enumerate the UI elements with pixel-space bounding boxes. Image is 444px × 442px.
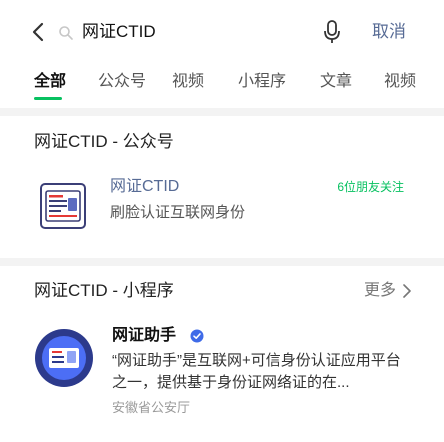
cancel-button[interactable]: 取消 xyxy=(372,20,406,44)
accounts-section-title: 网证CTID - 公众号 xyxy=(34,132,174,151)
mini-program-description: “网证助手”是互联网+可信身份认证应用平台之一，提供基于身份证网络证的在... xyxy=(112,352,401,391)
mini-program-logo-icon xyxy=(35,329,93,387)
tab-bar: 全部 公众号 视频 小程序 文章 视频 xyxy=(0,64,444,108)
verified-badge-icon xyxy=(190,329,204,343)
section-divider xyxy=(0,258,444,266)
friends-following-badge: 6位朋友关注 xyxy=(337,180,404,194)
microphone-icon[interactable] xyxy=(322,19,342,45)
account-description: 刷脸认证互联网身份 xyxy=(110,204,246,221)
mini-program-result[interactable]: 网证助手 “网证助手”是互联网+可信身份认证应用平台之一，提供基于身份证网络证的… xyxy=(0,320,444,442)
search-icon xyxy=(59,26,73,40)
tab-articles[interactable]: 文章 xyxy=(320,71,352,93)
tab-videos[interactable]: 视频 xyxy=(384,71,416,93)
section-divider xyxy=(0,108,444,116)
mini-section-title: 网证CTID - 小程序 xyxy=(34,281,174,300)
search-bar: 网证CTID 取消 xyxy=(0,0,444,64)
active-tab-indicator xyxy=(34,97,62,100)
account-name: 网证CTID xyxy=(110,178,180,195)
back-arrow-icon[interactable] xyxy=(28,20,50,44)
more-link[interactable]: 更多 xyxy=(364,279,396,303)
chevron-right-icon[interactable] xyxy=(402,284,412,298)
search-input[interactable]: 网证CTID xyxy=(82,20,156,44)
mini-program-source: 安徽省公安厅 xyxy=(112,400,191,415)
tab-channels[interactable]: 视频 xyxy=(172,71,204,93)
tab-accounts[interactable]: 公众号 xyxy=(98,71,146,93)
tab-all[interactable]: 全部 xyxy=(34,71,66,93)
tab-mini-programs[interactable]: 小程序 xyxy=(238,71,286,93)
id-card-logo-icon xyxy=(40,183,86,229)
account-result[interactable]: 网证CTID 刷脸认证互联网身份 6位朋友关注 xyxy=(0,170,444,250)
mini-program-name: 网证助手 xyxy=(112,327,177,344)
